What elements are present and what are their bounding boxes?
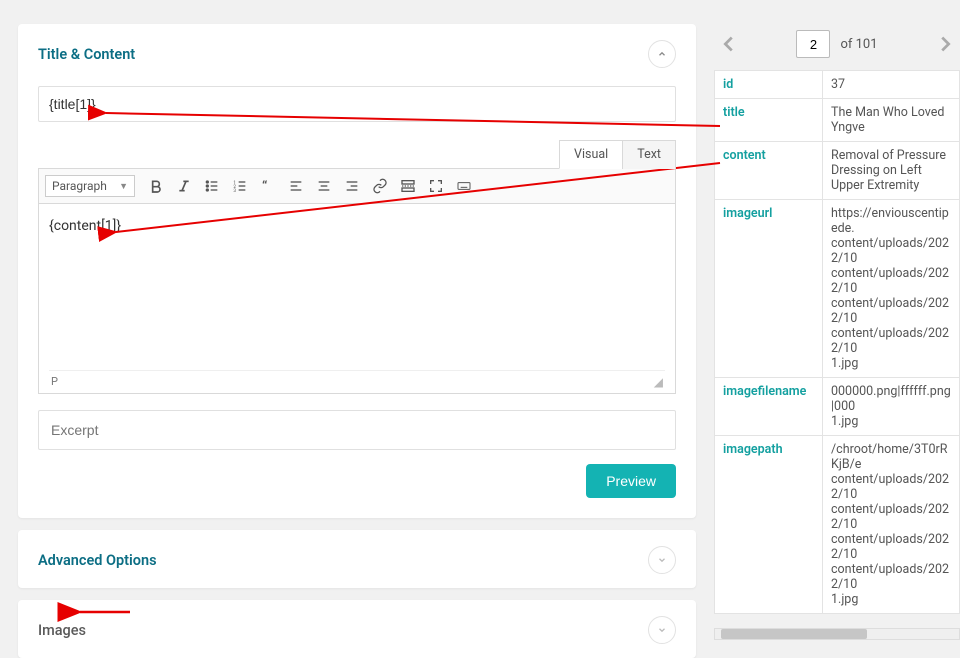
svg-text:“: “ [262, 179, 267, 194]
panel-images: Images [18, 600, 696, 658]
pager-current-input[interactable] [796, 30, 830, 58]
chevron-down-icon: ▼ [119, 181, 128, 192]
record-value: /chroot/home/3T0rRKjB/e content/uploads/… [823, 436, 960, 614]
table-row: imageurlhttps://enviouscentipede. conten… [715, 200, 960, 378]
list-ul-icon [204, 178, 220, 194]
link-button[interactable] [367, 173, 393, 199]
align-left-button[interactable] [283, 173, 309, 199]
record-value: Removal of Pressure Dressing on Left Upp… [823, 142, 960, 200]
preview-button[interactable]: Preview [586, 464, 676, 498]
record-preview-column: of 101 id37titleThe Man Who Loved Yngvec… [714, 24, 960, 640]
table-row: contentRemoval of Pressure Dressing on L… [715, 142, 960, 200]
record-key[interactable]: imageurl [715, 200, 823, 378]
record-key[interactable]: imagepath [715, 436, 823, 614]
pager-prev-button[interactable] [718, 33, 740, 55]
record-table: id37titleThe Man Who Loved YngvecontentR… [714, 70, 960, 624]
italic-icon [176, 178, 192, 194]
read-more-icon [400, 178, 416, 194]
record-key[interactable]: title [715, 99, 823, 142]
record-value: The Man Who Loved Yngve [823, 99, 960, 142]
panel-title-content-heading: Title & Content [38, 46, 135, 63]
align-center-button[interactable] [311, 173, 337, 199]
align-right-icon [344, 178, 360, 194]
format-select[interactable]: Paragraph ▼ [45, 175, 135, 197]
numbered-list-button[interactable]: 123 [227, 173, 253, 199]
editor-status-path: P [51, 375, 58, 389]
excerpt-input[interactable] [38, 410, 676, 450]
record-key[interactable]: imageid [715, 614, 823, 625]
title-input[interactable] [38, 86, 676, 122]
horizontal-scrollbar[interactable] [714, 628, 960, 640]
record-value: 37 [823, 71, 960, 99]
record-key[interactable]: content [715, 142, 823, 200]
content-editor-text: {content[1]} [49, 218, 665, 234]
format-select-label: Paragraph [52, 179, 107, 193]
resize-grip-icon[interactable]: ◢ [654, 375, 663, 389]
record-key[interactable]: id [715, 71, 823, 99]
table-row: id37 [715, 71, 960, 99]
tab-text[interactable]: Text [622, 140, 676, 169]
chevron-down-icon [657, 625, 667, 635]
quote-icon: “ [260, 178, 276, 194]
panel-advanced-options: Advanced Options [18, 530, 696, 588]
chevron-down-icon [657, 555, 667, 565]
editor-toolbar: Paragraph ▼ 123 “ [38, 168, 676, 204]
table-row: imagefilename000000.png|ffffff.png|000 1… [715, 378, 960, 436]
record-value: 1046|1047|1048|1049 [823, 614, 960, 625]
link-icon [372, 178, 388, 194]
toolbar-toggle-button[interactable] [451, 173, 477, 199]
expand-advanced-options-button[interactable] [648, 546, 676, 574]
italic-button[interactable] [171, 173, 197, 199]
fullscreen-icon [428, 178, 444, 194]
read-more-button[interactable] [395, 173, 421, 199]
table-row: imageid1046|1047|1048|1049 [715, 614, 960, 625]
collapse-title-content-button[interactable] [648, 40, 676, 68]
blockquote-button[interactable]: “ [255, 173, 281, 199]
record-key[interactable]: imagefilename [715, 378, 823, 436]
panel-title-content: Title & Content Visual Text Paragraph ▼ [18, 24, 696, 518]
fullscreen-button[interactable] [423, 173, 449, 199]
content-editor[interactable]: {content[1]} P ◢ [38, 204, 676, 394]
tab-visual[interactable]: Visual [559, 140, 623, 169]
align-left-icon [288, 178, 304, 194]
align-right-button[interactable] [339, 173, 365, 199]
scroll-thumb[interactable] [721, 629, 867, 639]
chevron-up-icon [657, 49, 667, 59]
record-value: 000000.png|ffffff.png|000 1.jpg [823, 378, 960, 436]
panel-advanced-options-heading: Advanced Options [38, 552, 157, 569]
pager-next-button[interactable] [934, 33, 956, 55]
bullet-list-button[interactable] [199, 173, 225, 199]
panel-images-heading: Images [38, 622, 86, 639]
bold-button[interactable] [143, 173, 169, 199]
table-row: imagepath/chroot/home/3T0rRKjB/e content… [715, 436, 960, 614]
pager-of-label: of 101 [840, 37, 877, 52]
record-value: https://enviouscentipede. content/upload… [823, 200, 960, 378]
keyboard-icon [456, 178, 472, 194]
bold-icon [148, 178, 164, 194]
list-ol-icon: 123 [232, 178, 248, 194]
align-center-icon [316, 178, 332, 194]
table-row: titleThe Man Who Loved Yngve [715, 99, 960, 142]
svg-text:3: 3 [233, 188, 236, 194]
